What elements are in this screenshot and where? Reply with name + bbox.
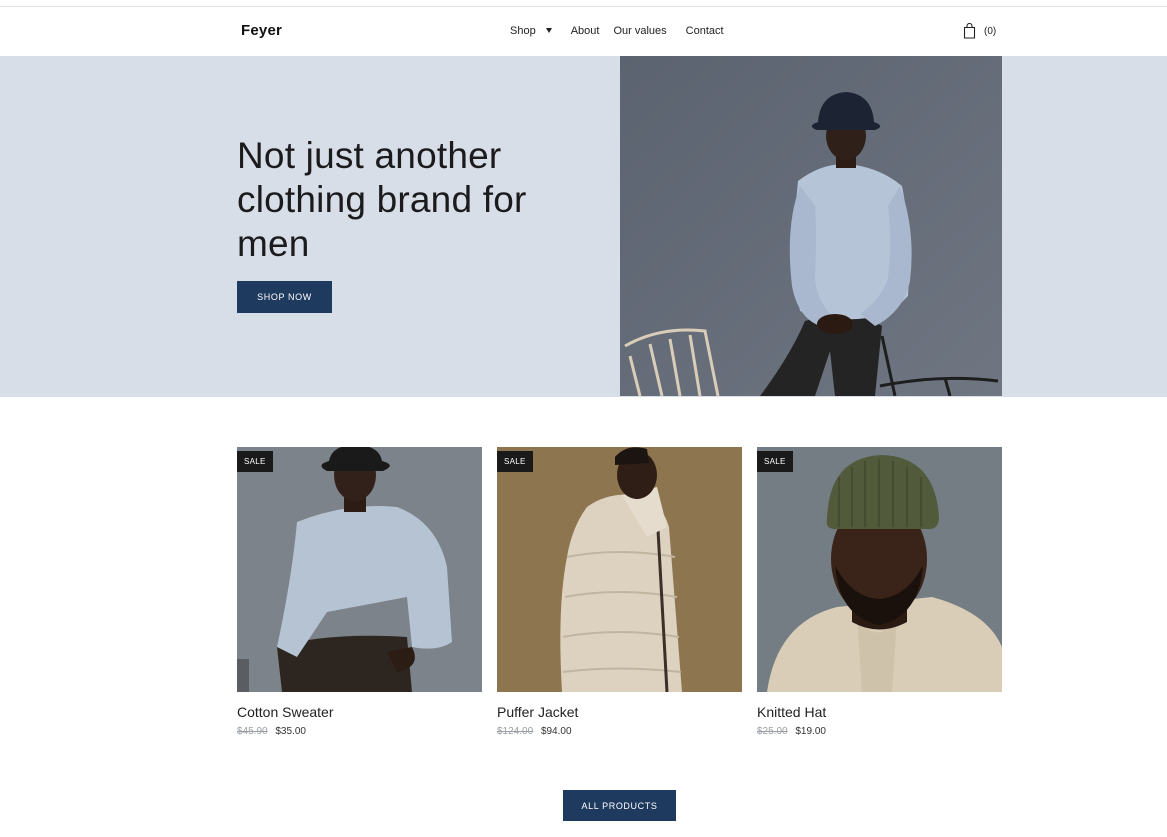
sale-price: $19.00	[795, 726, 826, 737]
brand-logo[interactable]: Feyer	[241, 22, 282, 39]
product-image-cotton-sweater[interactable]: SALE	[237, 447, 482, 692]
hero-section: Not just another clothing brand for men …	[0, 56, 1167, 397]
original-price: $124.00	[497, 726, 534, 737]
hero-image	[620, 56, 1002, 396]
hero-title: Not just another clothing brand for men	[237, 135, 527, 264]
product-card-puffer-jacket[interactable]: SALE Puffer Jacket $124.00 $94.00	[497, 447, 742, 737]
sale-badge: SALE	[237, 451, 273, 472]
price-row: $124.00 $94.00	[497, 726, 742, 737]
shop-now-button[interactable]: SHOP NOW	[237, 281, 332, 313]
nav-shop[interactable]: Shop	[510, 25, 552, 37]
sale-price: $35.00	[275, 726, 306, 737]
original-price: $45.90	[237, 726, 268, 737]
caret-down-icon	[545, 27, 552, 33]
shopping-bag-icon	[963, 23, 976, 39]
main-nav: Shop About Our values Contact	[510, 25, 724, 37]
product-name[interactable]: Puffer Jacket	[497, 704, 742, 720]
original-price: $25.00	[757, 726, 788, 737]
nav-contact[interactable]: Contact	[686, 25, 724, 37]
sale-badge: SALE	[757, 451, 793, 472]
price-row: $45.90 $35.00	[237, 726, 482, 737]
cart-button[interactable]: (0)	[963, 23, 996, 39]
product-name[interactable]: Cotton Sweater	[237, 704, 482, 720]
nav-our-values[interactable]: Our values	[613, 25, 666, 37]
nav-about[interactable]: About	[571, 25, 600, 37]
product-grid: SALE Cotton Sweater $45.90 $35.00 SALE P…	[237, 447, 1002, 747]
product-name[interactable]: Knitted Hat	[757, 704, 1002, 720]
cart-count: (0)	[984, 25, 997, 37]
price-row: $25.00 $19.00	[757, 726, 1002, 737]
product-card-cotton-sweater[interactable]: SALE Cotton Sweater $45.90 $35.00	[237, 447, 482, 737]
nav-shop-label: Shop	[510, 25, 536, 37]
sale-badge: SALE	[497, 451, 533, 472]
product-image-knitted-hat[interactable]: SALE	[757, 447, 1002, 692]
product-card-knitted-hat[interactable]: SALE Knitted Hat $25.00 $19.00	[757, 447, 1002, 737]
sale-price: $94.00	[540, 726, 572, 737]
product-image-puffer-jacket[interactable]: SALE	[497, 447, 742, 692]
site-header: Feyer Shop About Our values Contact (0)	[0, 7, 1167, 56]
all-products-button[interactable]: ALL PRODUCTS	[563, 790, 676, 821]
